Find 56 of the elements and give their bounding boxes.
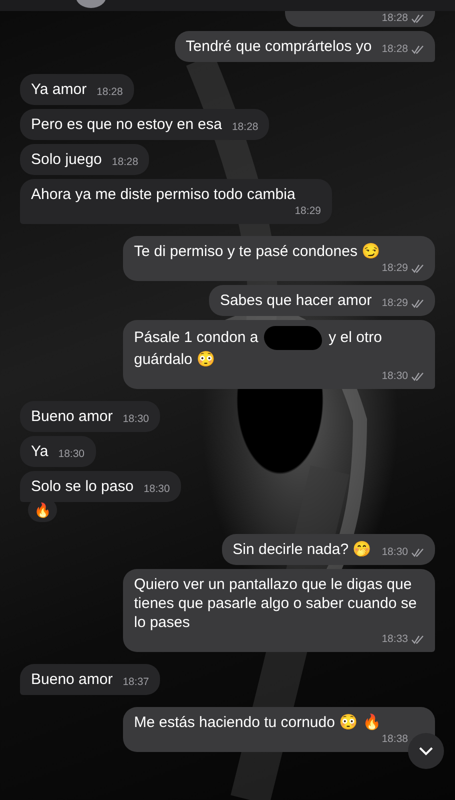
message-text: Quiero ver un pantallazo que le digas que tienes que pasarle algo o saber cuando se lo pases — [134, 575, 418, 632]
message-time: 18:33 — [382, 632, 424, 646]
double-check-icon — [411, 298, 424, 308]
message-time: 18:28 — [112, 155, 138, 169]
message-time: 18:30 — [382, 545, 424, 559]
message-text: Solo juego — [31, 150, 102, 169]
message-time: 18:28 — [382, 11, 424, 25]
message-text: Me estás haciendo tu cornudo 😳 🔥 — [134, 713, 382, 732]
message-text: Sabes que hacer amor — [220, 291, 372, 310]
sent-message-bubble[interactable]: Te di permiso y te pasé condones 😏 18:29 — [123, 236, 435, 281]
sent-message-bubble[interactable]: Sabes que hacer amor 18:29 — [208, 285, 435, 316]
double-check-icon — [411, 14, 424, 22]
sent-message-bubble[interactable]: Tendré que comprártelos yo 18:28 — [174, 31, 435, 62]
message-text: Te di permiso y te pasé condones 😏 — [134, 242, 381, 261]
message-time: 18:29 — [382, 261, 424, 275]
message-text: Sin decirle nada? 🤭 — [232, 540, 372, 559]
message-text: Ahora ya me diste permiso todo cambia — [31, 185, 296, 204]
message-time: 18:28 — [232, 120, 258, 134]
received-message-bubble[interactable]: Solo juego 18:28 — [20, 144, 150, 175]
message-text: Ya — [31, 442, 48, 461]
sent-message-bubble[interactable]: Sin decirle nada? 🤭 18:30 — [222, 534, 435, 565]
received-message-bubble[interactable]: Bueno amor 18:37 — [20, 664, 160, 695]
message-text: Bueno amor — [31, 407, 113, 426]
redaction-mark — [264, 326, 322, 350]
chevron-down-icon — [418, 746, 434, 756]
received-message-bubble[interactable]: Ya 18:30 — [20, 436, 96, 467]
message-time: 18:37 — [122, 675, 149, 689]
sent-message-bubble[interactable]: Me estás haciendo tu cornudo 😳 🔥 18:38 — [123, 707, 435, 752]
sent-message-bubble[interactable]: Pásale 1 condon a y el otro guárdalo 😳 18:30 — [123, 320, 435, 389]
sent-message-bubble[interactable]: Quiero ver un pantallazo que le digas que tienes que pasarle algo o saber cuando se lo pases 18:33 — [123, 569, 435, 652]
scroll-down-button[interactable] — [408, 733, 444, 769]
double-check-icon — [411, 44, 424, 54]
received-message-bubble[interactable]: Ahora ya me diste permiso todo cambia 18:29 — [20, 179, 332, 224]
sent-message-bubble[interactable]: 18:28 — [285, 11, 435, 27]
message-time: 18:28 — [96, 85, 123, 99]
message-text: Ya amor — [31, 80, 87, 99]
message-time: 18:29 — [294, 204, 321, 218]
double-check-icon — [411, 634, 424, 644]
message-time: 18:30 — [382, 369, 424, 383]
received-message-bubble[interactable]: Ya amor 18:28 — [20, 74, 134, 105]
message-time: 18:28 — [382, 42, 424, 56]
received-message-bubble[interactable]: Bueno amor 18:30 — [20, 401, 160, 432]
double-check-icon — [411, 264, 424, 272]
message-time: 18:30 — [58, 447, 85, 461]
message-time: 18:30 — [122, 412, 149, 426]
message-time: 18:30 — [144, 482, 170, 496]
double-check-icon — [411, 548, 424, 556]
message-text: Pero es que no estoy en esa — [31, 115, 222, 134]
message-text: Bueno amor — [31, 670, 113, 689]
double-check-icon — [411, 372, 424, 380]
received-message-bubble[interactable]: Solo se lo paso 18:30 — [20, 471, 181, 502]
message-time: 18:29 — [382, 296, 424, 310]
message-text: Solo se lo paso — [31, 477, 134, 496]
message-text: Tendré que comprártelos yo — [186, 37, 372, 56]
message-text: Pásale 1 condon a y el otro guárdalo 😳 — [134, 326, 424, 369]
received-message-bubble[interactable]: Pero es que no estoy en esa 18:28 — [20, 109, 270, 140]
